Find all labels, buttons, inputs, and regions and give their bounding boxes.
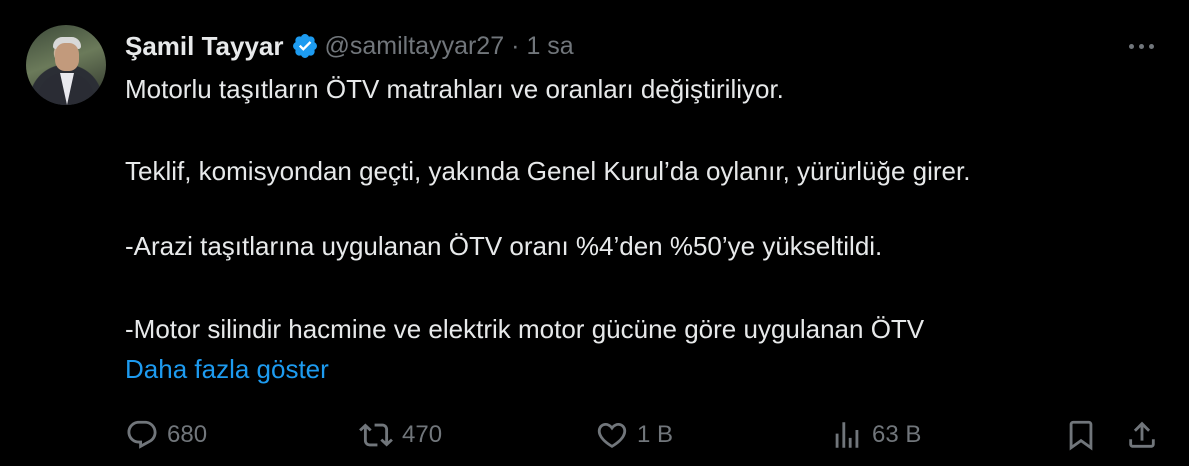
author-name[interactable]: Şamil Tayyar xyxy=(125,31,284,62)
bookmark-icon xyxy=(1064,418,1098,452)
like-button[interactable]: 1 B xyxy=(595,417,673,453)
retweet-button[interactable]: 470 xyxy=(358,417,442,453)
more-dot xyxy=(1138,43,1144,49)
retweet-count: 470 xyxy=(402,421,443,448)
like-icon xyxy=(595,418,629,452)
tweet-text-line: -Motor silindir hacmine ve elektrik moto… xyxy=(125,314,925,344)
reply-icon xyxy=(125,418,159,452)
views-icon xyxy=(830,418,864,452)
more-dot xyxy=(1128,43,1134,49)
tweet-text-line: Motorlu taşıtların ÖTV matrahları ve ora… xyxy=(125,74,784,104)
share-icon xyxy=(1125,418,1159,452)
bookmark-button[interactable] xyxy=(1064,417,1098,453)
like-count: 1 B xyxy=(637,421,674,448)
timestamp[interactable]: 1 sa xyxy=(526,32,573,61)
separator-dot: · xyxy=(511,31,520,60)
tweet-text-line: Teklif, komisyondan geçti, yakında Genel… xyxy=(125,156,971,186)
views-count: 63 B xyxy=(872,421,922,448)
reply-count: 680 xyxy=(167,421,208,448)
verified-badge-icon[interactable] xyxy=(291,32,319,60)
share-button[interactable] xyxy=(1125,417,1159,453)
tweet-text-line: -Arazi taşıtlarına uygulanan ÖTV oranı %… xyxy=(125,231,883,261)
more-dot xyxy=(1148,43,1154,49)
avatar-face xyxy=(55,43,79,71)
retweet-icon xyxy=(358,418,394,452)
author-handle[interactable]: @samiltayyar27 xyxy=(325,32,505,61)
tweet-header: Şamil Tayyar @samiltayyar27 · 1 sa xyxy=(125,28,574,64)
more-options-icon[interactable] xyxy=(1124,34,1158,58)
author-avatar[interactable] xyxy=(26,25,106,105)
views-button[interactable]: 63 B xyxy=(830,417,921,453)
reply-button[interactable]: 680 xyxy=(125,417,207,453)
show-more-link[interactable]: Daha fazla göster xyxy=(125,353,329,385)
